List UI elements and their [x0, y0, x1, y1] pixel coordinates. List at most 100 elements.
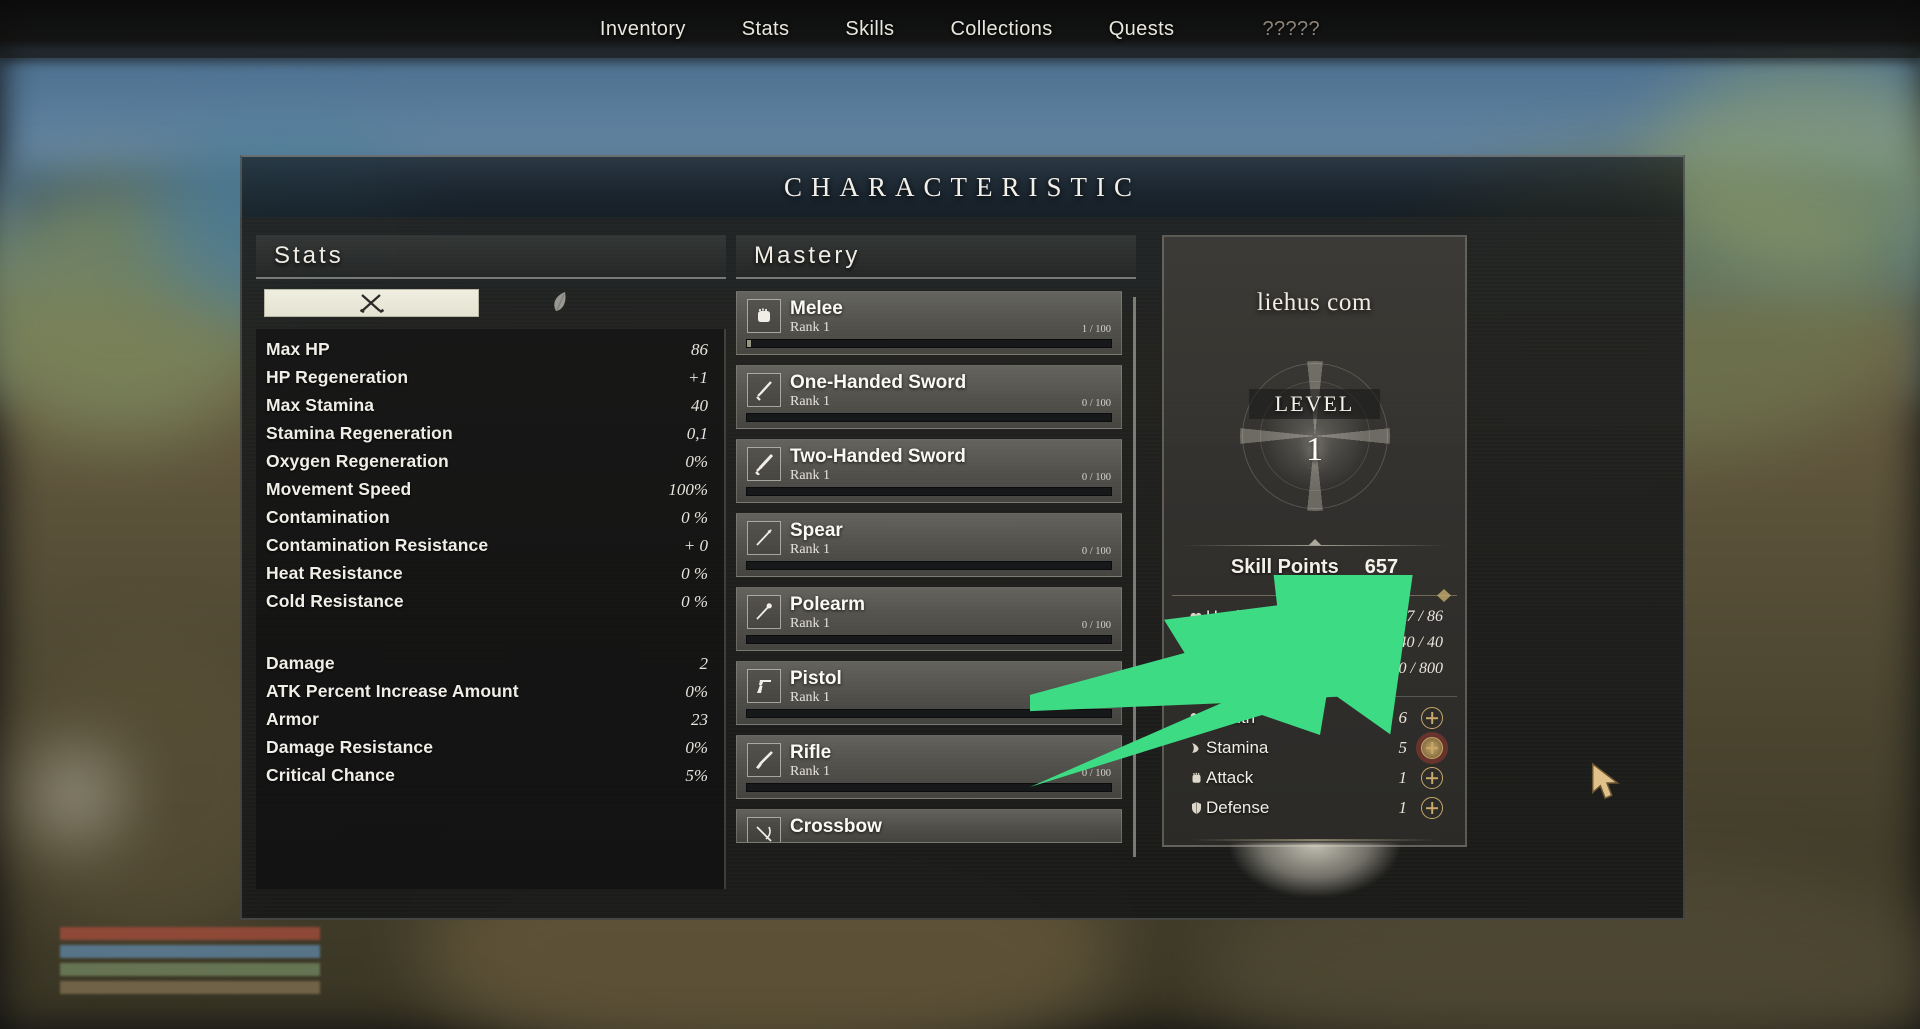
attribute-value: 5 [1398, 738, 1408, 757]
mastery-panel: Mastery Melee Rank 1 1 / 100 One-Handed … [736, 235, 1136, 904]
game-screen: Inventory Stats Skills Collections Quest… [0, 0, 1920, 1029]
level-compass: LEVEL 1 [1220, 341, 1410, 531]
attribute-label: Stamina [1206, 738, 1269, 757]
spear-icon [756, 529, 772, 546]
stat-value: 2 [699, 654, 709, 673]
mastery-rank: Rank 1 [790, 394, 831, 409]
stat-label: Max Stamina [266, 395, 375, 415]
attribute-label: Defense [1206, 798, 1270, 817]
stat-row: Cold Resistance 0 % [266, 591, 708, 619]
polearm-icon [756, 603, 772, 620]
level-value: 1 [1306, 431, 1323, 468]
tab-combat-stats[interactable] [264, 289, 479, 317]
stat-label: Max HP [266, 339, 330, 359]
attribute-label: Attack [1206, 768, 1254, 787]
stat-label: Armor [266, 709, 320, 729]
mastery-progress-bar [746, 561, 1112, 570]
increase-stamina-button[interactable] [1421, 737, 1443, 759]
skill-points-divider [1182, 545, 1447, 546]
mastery-name: Two-Handed Sword [790, 446, 966, 467]
stat-row: HP Regeneration +1 [266, 367, 708, 395]
hud-status-bars [60, 927, 320, 999]
shield-icon [1186, 801, 1206, 815]
stats-list[interactable]: Max HP 86 HP Regeneration +1 Max Stamina… [256, 329, 726, 889]
panel-bottom-ornament [1192, 839, 1437, 841]
mastery-panel-title: Mastery [754, 242, 861, 269]
vital-label: Stamina [1206, 633, 1267, 652]
stat-label: Contamination Resistance [266, 535, 489, 555]
mastery-item-pistol[interactable]: Pistol Rank 1 0 / 100 [736, 661, 1122, 725]
nav-item-quests[interactable]: Quests [1081, 12, 1203, 47]
attribute-row-stamina: Stamina 5 [1186, 733, 1443, 763]
mastery-name: Crossbow [790, 816, 882, 837]
nav-item-stats[interactable]: Stats [714, 12, 818, 47]
vital-label: Health [1206, 607, 1254, 626]
mastery-rank: Rank 1 [790, 468, 831, 483]
stat-value: 100% [668, 480, 708, 499]
stat-row: Contamination Resistance + 0 [266, 535, 708, 563]
stat-value: 0 % [681, 564, 708, 583]
stat-value: 0% [685, 682, 708, 701]
increase-attack-button[interactable] [1421, 767, 1443, 789]
mastery-rank: Rank 1 [790, 542, 831, 557]
mastery-item-spear[interactable]: Spear Rank 1 0 / 100 [736, 513, 1122, 577]
mastery-name: Polearm [790, 594, 865, 615]
mastery-item-rifle[interactable]: Rifle Rank 1 0 / 100 [736, 735, 1122, 799]
panel-bottom-tassel [1229, 843, 1400, 897]
stat-value: 23 [691, 710, 708, 729]
mastery-progress-text: 0 / 100 [1081, 620, 1111, 631]
vital-row-stamina: Stamina 40 / 40 [1186, 630, 1443, 656]
mastery-name: Rifle [790, 742, 832, 763]
top-navigation-bar: Inventory Stats Skills Collections Quest… [0, 0, 1920, 58]
vital-row-health: Health 67 / 86 [1186, 604, 1443, 630]
stat-row: Max Stamina 40 [266, 395, 708, 423]
stats-group-primary: Max HP 86 HP Regeneration +1 Max Stamina… [266, 339, 708, 619]
stat-value: 40 [691, 396, 708, 415]
stat-value: 0% [685, 452, 708, 471]
mastery-item-melee[interactable]: Melee Rank 1 1 / 100 [736, 291, 1122, 355]
mastery-scrollbar[interactable] [1133, 297, 1136, 857]
crossbow-icon [756, 826, 772, 842]
nav-item-locked[interactable]: ????? [1234, 12, 1348, 47]
mastery-icon-wrapper [747, 447, 781, 481]
increase-defense-button[interactable] [1421, 797, 1443, 819]
stats-panel-title: Stats [274, 242, 344, 269]
nav-item-collections[interactable]: Collections [922, 12, 1080, 47]
vital-row-exp: Exp 0 / 800 [1186, 656, 1443, 682]
window-title-bar: CHARACTERISTIC [240, 155, 1685, 217]
stats-panel-header: Stats [256, 235, 726, 279]
stat-label: Damage [266, 653, 335, 673]
attribute-value: 6 [1398, 708, 1408, 727]
stat-value: 0% [685, 738, 708, 757]
tab-survival-stats[interactable] [525, 289, 595, 317]
stat-label: ATK Percent Increase Amount [266, 681, 519, 701]
mastery-progress-bar [746, 339, 1112, 348]
pistol-icon [757, 680, 771, 693]
stat-value: 0,1 [686, 424, 708, 443]
vital-label: Exp [1206, 659, 1235, 678]
stat-label: Stamina Regeneration [266, 423, 453, 443]
stat-value: 0 % [681, 508, 708, 527]
leaf-icon [554, 292, 566, 311]
vital-value: 0 / 800 [1398, 660, 1443, 677]
mastery-icon-wrapper [747, 521, 781, 555]
mastery-item-one-handed-sword[interactable]: One-Handed Sword Rank 1 0 / 100 [736, 365, 1122, 429]
mastery-item-two-handed-sword[interactable]: Two-Handed Sword Rank 1 0 / 100 [736, 439, 1122, 503]
nav-item-inventory[interactable]: Inventory [572, 12, 714, 47]
increase-health-button[interactable] [1421, 707, 1443, 729]
stat-label: Oxygen Regeneration [266, 451, 449, 471]
mastery-item-crossbow[interactable]: Crossbow [736, 809, 1122, 843]
attribute-label: Health [1206, 708, 1256, 727]
mastery-icon-wrapper [747, 299, 781, 333]
mastery-name: One-Handed Sword [790, 372, 967, 393]
mastery-progress-text: 0 / 100 [1081, 546, 1111, 557]
stat-row: Max HP 86 [266, 339, 708, 367]
mastery-list[interactable]: Melee Rank 1 1 / 100 One-Handed Sword Ra… [736, 291, 1136, 891]
stat-value: +1 [688, 368, 708, 387]
nav-item-skills[interactable]: Skills [817, 12, 922, 47]
stat-label: Heat Resistance [266, 563, 403, 583]
mastery-progress-bar [746, 413, 1112, 422]
mastery-item-polearm[interactable]: Polearm Rank 1 0 / 100 [736, 587, 1122, 651]
stat-label: HP Regeneration [266, 367, 409, 387]
stat-row: Stamina Regeneration 0,1 [266, 423, 708, 451]
